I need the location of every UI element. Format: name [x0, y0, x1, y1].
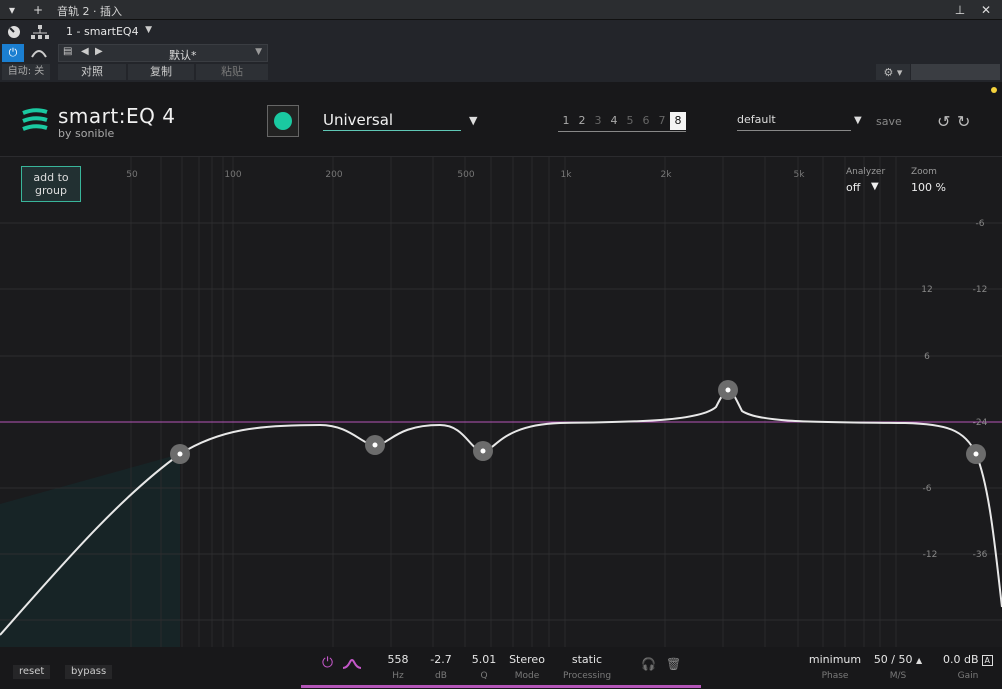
chevron-down-icon[interactable]: ▼ [871, 181, 879, 192]
gear-icon: ⚙ ▾ [883, 65, 903, 79]
slot-1[interactable]: 1 [558, 112, 574, 130]
plugin-header: smart:EQ 4 by sonible Universal ▼ 1 2 3 … [0, 82, 1002, 157]
db-label: 6 [924, 352, 930, 362]
dial-icon [8, 26, 20, 38]
output-gain[interactable]: 0.0 dB A Gain [942, 653, 994, 681]
plugin-menu-icon[interactable] [2, 21, 26, 43]
host-preset-name: 默认* [169, 49, 197, 62]
pin-icon[interactable]: ⊥ [950, 0, 970, 20]
db-label: -6 [976, 219, 985, 229]
chevron-down-icon[interactable]: ▼ [469, 114, 477, 127]
db-label: -24 [973, 418, 988, 428]
color-dot [274, 112, 292, 130]
close-icon[interactable]: ✕ [976, 0, 996, 20]
title-bar: ▾ + 音轨 2 · 插入 ⊥ ✕ [0, 0, 1002, 20]
undo-icon[interactable]: ↺ [937, 112, 957, 132]
band-gain[interactable]: -2.7 dB [427, 653, 455, 681]
band-footer: reset bypass ⏻ 558 Hz -2.7 dB 5.01 Q Ste… [0, 647, 1002, 689]
bypass-button[interactable]: bypass [65, 665, 113, 679]
trash-icon[interactable]: 🗑 [666, 657, 681, 671]
add-icon[interactable]: + [28, 0, 48, 20]
save-button[interactable]: save [876, 115, 902, 128]
freq-label: 1k [561, 170, 573, 180]
band-power-icon[interactable]: ⏻ [322, 655, 333, 671]
freq-label: 2k [661, 170, 673, 180]
lowcut-region [0, 454, 180, 647]
add-to-group-button[interactable]: add to group [21, 166, 81, 202]
plugin-ui: smart:EQ 4 by sonible Universal ▼ 1 2 3 … [0, 82, 1002, 689]
active-band-indicator [301, 685, 701, 688]
eq-graph-canvas: 50 100 200 500 1k 2k 5k 12 6 -6 -12 -6 -… [0, 157, 1002, 647]
db-label: 12 [921, 285, 932, 295]
db-label: -6 [923, 484, 932, 494]
zoom-label: Zoom [911, 167, 937, 177]
phase-select[interactable]: minimum Phase [808, 653, 862, 681]
chevron-down-icon: ▼ [255, 47, 262, 57]
headphones-icon[interactable]: 🎧 [641, 657, 656, 671]
ms-balance[interactable]: 50 / 50 ▲ M/S [872, 653, 924, 681]
band-frequency[interactable]: 558 Hz [384, 653, 412, 681]
color-button[interactable] [267, 105, 299, 137]
slot-2[interactable]: 2 [574, 112, 590, 130]
status-indicator [991, 87, 997, 93]
chevron-down-icon[interactable]: ▼ [854, 115, 862, 126]
eq-graph[interactable]: 50 100 200 500 1k 2k 5k 12 6 -6 -12 -6 -… [0, 157, 1002, 647]
freq-label: 200 [325, 170, 342, 180]
band-processing[interactable]: static Processing [560, 653, 614, 681]
next-preset-icon[interactable]: ▶ [95, 46, 103, 57]
slot-5[interactable]: 5 [622, 112, 638, 130]
preset-list-icon[interactable]: ▤ [63, 46, 72, 57]
freq-label: 50 [126, 170, 138, 180]
slot-8[interactable]: 8 [670, 112, 686, 130]
window-title: 音轨 2 · 插入 [57, 5, 122, 18]
menu-chevron-icon[interactable]: ▾ [2, 0, 22, 20]
prev-preset-icon[interactable]: ◀ [81, 46, 89, 57]
host-search-field[interactable] [911, 64, 1000, 80]
triangle-up-icon: ▲ [916, 656, 923, 665]
profile-select[interactable]: Universal [323, 111, 461, 131]
preset-select[interactable]: default [737, 113, 851, 131]
frequency-labels: 50 100 200 500 1k 2k 5k [126, 170, 805, 180]
db-label: -12 [973, 285, 988, 295]
slot-3[interactable]: 3 [590, 112, 606, 130]
db-labels-right: -6 -12 -24 -36 [973, 219, 988, 560]
paste-button[interactable]: 粘贴 [196, 64, 268, 80]
analyzer-select[interactable]: off [846, 181, 860, 194]
db-label: -12 [923, 550, 938, 560]
brand-name: smart:EQ 4 [58, 104, 176, 128]
zoom-value[interactable]: 100 % [911, 181, 946, 194]
compare-button[interactable]: 对照 [58, 64, 126, 80]
smarteq-logo-icon [22, 108, 48, 131]
slot-4[interactable]: 4 [606, 112, 622, 130]
power-button[interactable]: ⏻ [2, 44, 24, 62]
curve-icon[interactable] [27, 42, 51, 64]
routing-icon[interactable] [28, 21, 52, 43]
host-window: ▾ + 音轨 2 · 插入 ⊥ ✕ 1 - smartEQ4 ▼ ⏻ ▤ ◀ ▶… [0, 0, 1002, 689]
snapshot-slots: 1 2 3 4 5 6 7 8 [558, 112, 686, 132]
brand-by: by sonible [58, 127, 115, 140]
copy-button[interactable]: 复制 [128, 64, 194, 80]
db-label: -36 [973, 550, 988, 560]
host-settings-button[interactable]: ⚙ ▾ [876, 64, 910, 80]
band-q[interactable]: 5.01 Q [469, 653, 499, 681]
auto-gain-toggle[interactable]: A [981, 655, 993, 666]
host-preset-bar[interactable]: ▤ ◀ ▶ 默认* ▼ [58, 44, 268, 62]
host-toolbar: 1 - smartEQ4 ▼ ⏻ ▤ ◀ ▶ 默认* ▼ 自动: 关 对照 复制… [0, 20, 1002, 82]
analyzer-label: Analyzer [846, 167, 886, 177]
automation-toggle[interactable]: 自动: 关 [2, 64, 50, 80]
chevron-down-icon: ▼ [145, 25, 152, 35]
reset-button[interactable]: reset [13, 665, 51, 679]
freq-label: 500 [457, 170, 474, 180]
band-mode[interactable]: Stereo Mode [507, 653, 547, 681]
band-shape-icon[interactable] [342, 657, 362, 673]
redo-icon[interactable]: ↻ [957, 112, 977, 132]
slot-7[interactable]: 7 [654, 112, 670, 130]
plugin-slot-select[interactable]: 1 - smartEQ4 ▼ [58, 22, 156, 42]
slot-6[interactable]: 6 [638, 112, 654, 130]
vertical-grid [130, 157, 897, 647]
freq-label: 5k [794, 170, 806, 180]
freq-label: 100 [224, 170, 241, 180]
